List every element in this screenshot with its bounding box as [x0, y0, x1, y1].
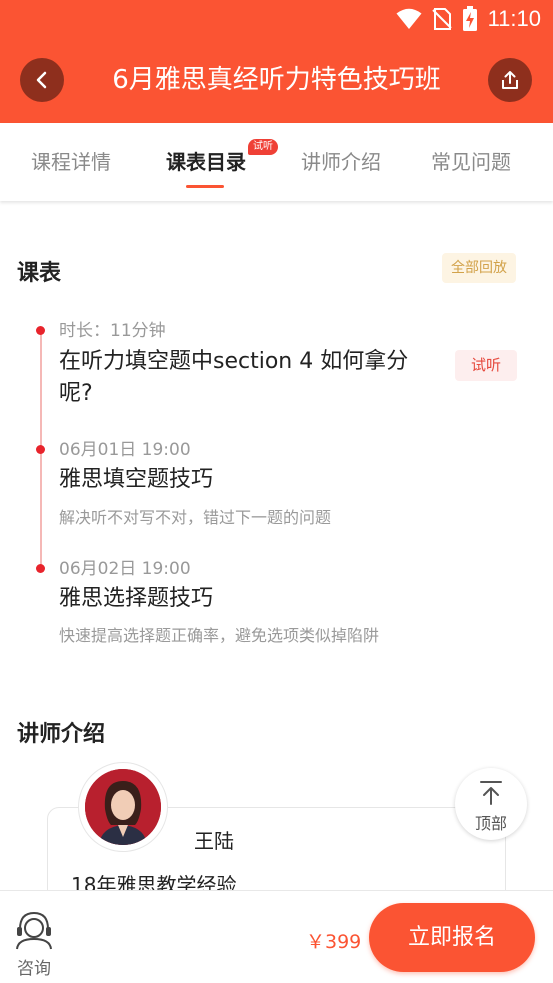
- teacher-avatar[interactable]: [85, 769, 161, 845]
- avatar-portrait: [85, 769, 161, 845]
- battery-charging-icon: [462, 6, 477, 31]
- tab-faq[interactable]: 常见问题: [406, 123, 536, 201]
- back-to-top-button[interactable]: 顶部: [455, 768, 527, 840]
- teacher-section-title: 讲师介绍: [17, 722, 106, 747]
- tab-course-details[interactable]: 课程详情: [6, 123, 136, 201]
- back-to-top-label: 顶部: [474, 814, 507, 833]
- lesson-title[interactable]: 雅思填空题技巧: [59, 464, 213, 496]
- trial-tab-badge: 试听: [248, 139, 278, 155]
- tab-teacher[interactable]: 讲师介绍: [276, 123, 406, 201]
- back-arrow-icon: [36, 71, 47, 89]
- headset-icon: [16, 911, 52, 950]
- wifi-icon: [396, 8, 422, 29]
- lesson-title-line: 在听力填空题中section 4 如何拿分: [59, 349, 409, 374]
- lesson-meta: 06月01日 19:00: [59, 440, 191, 460]
- timeline-dot: [36, 326, 45, 335]
- lesson-title[interactable]: 雅思选择题技巧: [59, 583, 213, 615]
- replay-all-badge[interactable]: 全部回放: [442, 253, 516, 283]
- lesson-description: 解决听不对写不对，错过下一题的问题: [59, 508, 332, 527]
- tab-bar: 课程详情 课表目录 试听 讲师介绍 常见问题: [0, 123, 553, 201]
- lesson-title[interactable]: 在听力填空题中section 4 如何拿分 呢?: [59, 346, 408, 410]
- tab-schedule[interactable]: 课表目录: [141, 123, 271, 201]
- share-icon: [502, 71, 518, 89]
- arrow-up-icon: [480, 781, 502, 805]
- trial-badge[interactable]: 试听: [455, 350, 517, 381]
- lesson-meta: 06月02日 19:00: [59, 559, 191, 579]
- lesson-meta: 时长：11分钟: [59, 321, 166, 341]
- no-sim-icon: [431, 8, 452, 30]
- lesson-title-line: 呢?: [59, 381, 93, 406]
- timeline-dot: [36, 445, 45, 454]
- course-price: ￥399: [306, 931, 362, 953]
- share-button[interactable]: [488, 58, 532, 102]
- active-tab-indicator: [186, 185, 224, 188]
- consult-label: 咨询: [17, 959, 51, 979]
- app-header: 6月雅思真经听力特色技巧班: [0, 38, 553, 123]
- teacher-name: 王陆: [194, 829, 234, 853]
- enroll-button[interactable]: 立即报名: [369, 903, 535, 972]
- status-icons: 11:10: [396, 6, 541, 32]
- timeline-dot: [36, 564, 45, 573]
- status-bar: 11:10: [0, 0, 553, 38]
- bottom-action-bar: 咨询 ￥399 立即报名: [0, 890, 553, 983]
- schedule-section-title: 课表: [17, 261, 62, 286]
- back-button[interactable]: [20, 58, 64, 102]
- status-time: 11:10: [487, 6, 541, 31]
- lesson-description: 快速提高选择题正确率，避免选项类似掉陷阱: [59, 626, 380, 645]
- consult-button[interactable]: 咨询: [14, 907, 54, 979]
- page-title: 6月雅思真经听力特色技巧班: [112, 65, 441, 95]
